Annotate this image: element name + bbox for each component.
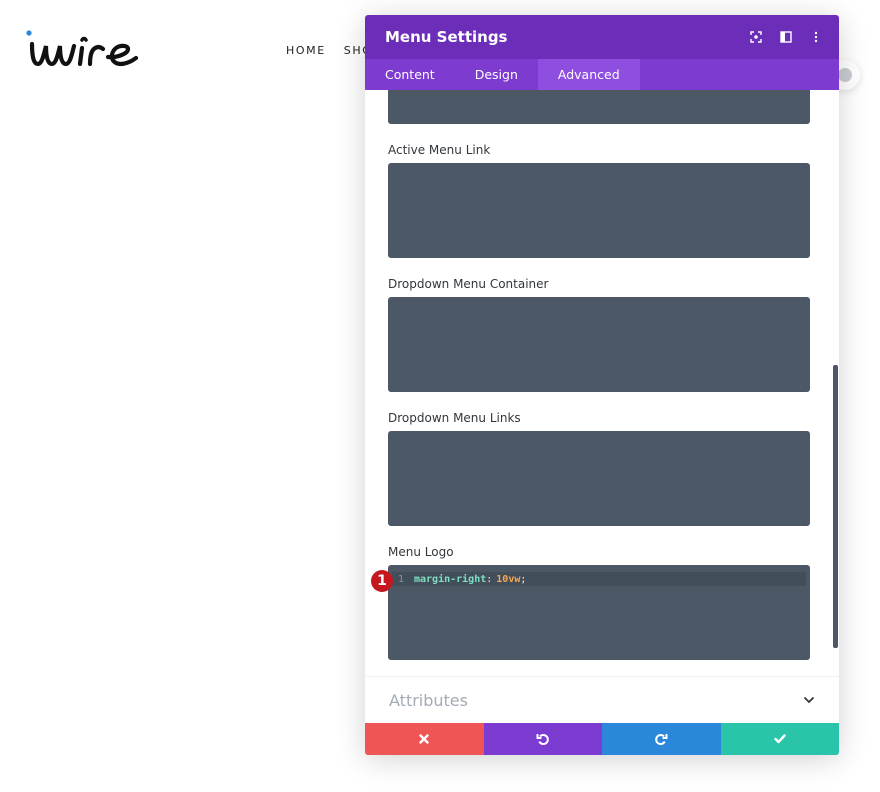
settings-icon: [838, 68, 852, 82]
css-editor-dropdown-menu-container[interactable]: [388, 297, 810, 392]
css-property: margin-right: [414, 573, 487, 585]
redo-button[interactable]: [602, 723, 721, 755]
attributes-toggle[interactable]: Attributes: [365, 676, 839, 723]
css-colon: :: [486, 573, 493, 585]
modal-title: Menu Settings: [385, 28, 508, 46]
site-logo[interactable]: [24, 28, 142, 72]
modal-tabs: Content Design Advanced: [365, 59, 839, 90]
field-label-dropdown-menu-links: Dropdown Menu Links: [388, 411, 521, 425]
split-view-icon[interactable]: [777, 27, 795, 47]
chevron-down-icon: [803, 691, 815, 709]
undo-button[interactable]: [483, 723, 602, 755]
check-icon: [774, 734, 786, 744]
more-options-icon[interactable]: [807, 27, 825, 47]
css-editor-active-menu-link[interactable]: [388, 163, 810, 258]
field-label-active-menu-link: Active Menu Link: [388, 143, 491, 157]
code-line[interactable]: 1 margin-right: 10vw;: [392, 572, 806, 586]
redo-icon: [655, 734, 668, 745]
tab-design[interactable]: Design: [455, 59, 538, 90]
css-semicolon: ;: [520, 573, 527, 585]
line-number: 1: [397, 573, 405, 585]
site-navigation: HOME SHO: [286, 44, 373, 57]
save-button[interactable]: [720, 723, 839, 755]
nav-item-home[interactable]: HOME: [286, 44, 326, 57]
undo-icon: [536, 734, 549, 745]
modal-footer: [365, 723, 839, 755]
field-label-dropdown-menu-container: Dropdown Menu Container: [388, 277, 549, 291]
header-actions: [747, 27, 825, 47]
css-editor-menu-logo[interactable]: 1 margin-right: 10vw;: [388, 565, 810, 660]
css-editor-previous[interactable]: [388, 90, 810, 124]
menu-settings-modal: Menu Settings Content Design Advanced Ac…: [365, 15, 839, 755]
css-value: 10vw: [496, 573, 521, 585]
focus-icon[interactable]: [747, 27, 765, 47]
tab-content[interactable]: Content: [365, 59, 455, 90]
attributes-label: Attributes: [389, 690, 468, 710]
modal-scrollbar[interactable]: [833, 365, 838, 648]
modal-header: Menu Settings: [365, 15, 839, 59]
close-icon: [419, 734, 429, 744]
tab-advanced[interactable]: Advanced: [537, 59, 640, 90]
step-badge: 1: [371, 570, 393, 592]
cancel-button[interactable]: [365, 723, 484, 755]
wire-logo-icon: [26, 30, 139, 67]
css-editor-dropdown-menu-links[interactable]: [388, 431, 810, 526]
field-label-menu-logo: Menu Logo: [388, 545, 454, 559]
settings-scroll-area[interactable]: Active Menu Link Dropdown Menu Container…: [365, 90, 839, 662]
